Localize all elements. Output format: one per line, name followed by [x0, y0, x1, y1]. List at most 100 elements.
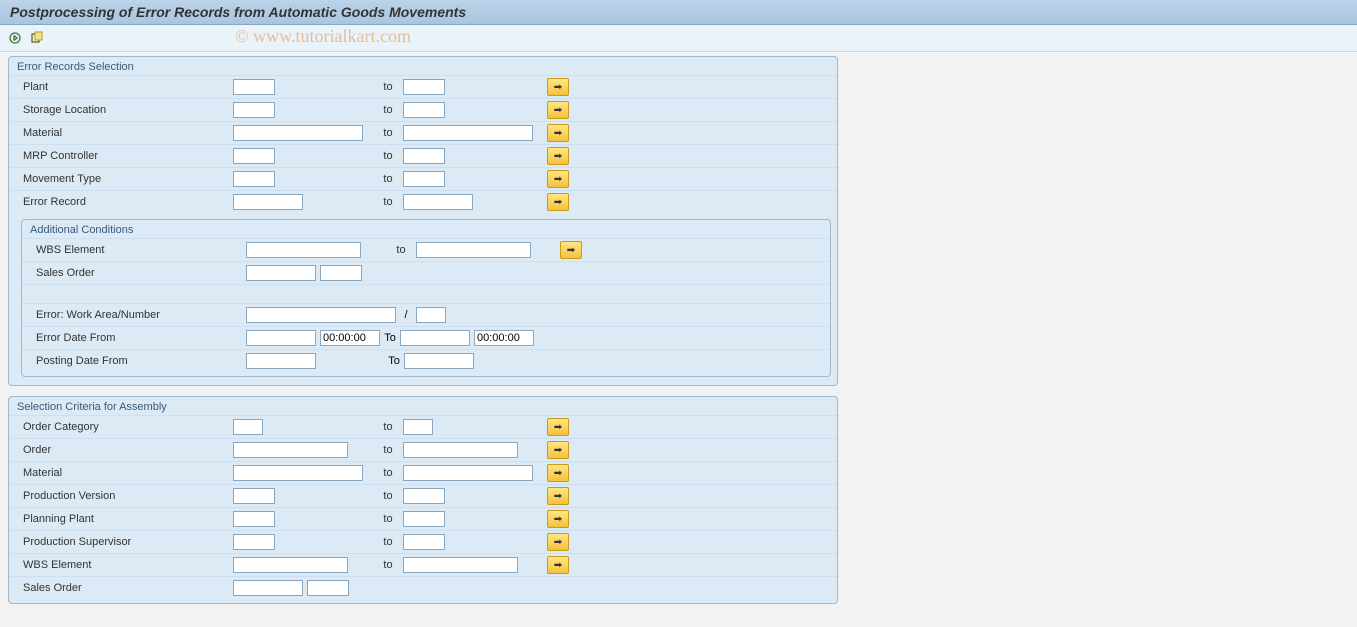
label-plant: Plant [23, 81, 233, 93]
row-plant: Plant to ➡ [9, 75, 837, 98]
wbs2-from-input[interactable] [233, 557, 348, 573]
to-label: to [373, 81, 403, 93]
movement-type-from-input[interactable] [233, 171, 275, 187]
error-date-from-input[interactable] [246, 330, 316, 346]
label-order-category: Order Category [23, 421, 233, 433]
material2-to-input[interactable] [403, 465, 533, 481]
row-sales-order: Sales Order [22, 261, 830, 284]
group-title: Error Records Selection [9, 57, 837, 75]
multi-select-icon[interactable]: ➡ [547, 78, 569, 96]
row-wbs-element2: WBS Element to ➡ [9, 553, 837, 576]
multi-select-icon[interactable]: ➡ [547, 101, 569, 119]
label-storage-location: Storage Location [23, 104, 233, 116]
variant-icon[interactable] [28, 29, 46, 47]
multi-select-icon[interactable]: ➡ [560, 241, 582, 259]
material2-from-input[interactable] [233, 465, 363, 481]
to-label: to [373, 536, 403, 548]
row-sales-order2: Sales Order [9, 576, 837, 599]
order-category-to-input[interactable] [403, 419, 433, 435]
mrp-controller-to-input[interactable] [403, 148, 445, 164]
multi-select-icon[interactable]: ➡ [547, 147, 569, 165]
error-work-number-input[interactable] [416, 307, 446, 323]
row-error-work: Error: Work Area/Number / [22, 303, 830, 326]
planning-plant-from-input[interactable] [233, 511, 275, 527]
multi-select-icon[interactable]: ➡ [547, 170, 569, 188]
label-error-work: Error: Work Area/Number [36, 309, 246, 321]
label-sales-order: Sales Order [36, 267, 246, 279]
wbs-to-input[interactable] [416, 242, 531, 258]
wbs-from-input[interactable] [246, 242, 361, 258]
to-label: to [373, 104, 403, 116]
row-material2: Material to ➡ [9, 461, 837, 484]
row-error-date-from: Error Date From To [22, 326, 830, 349]
sales-order2-input[interactable] [233, 580, 303, 596]
multi-select-icon[interactable]: ➡ [547, 510, 569, 528]
group-title: Selection Criteria for Assembly [9, 397, 837, 415]
planning-plant-to-input[interactable] [403, 511, 445, 527]
plant-from-input[interactable] [233, 79, 275, 95]
group-error-records: Error Records Selection Plant to ➡ Stora… [8, 56, 838, 386]
storage-location-to-input[interactable] [403, 102, 445, 118]
multi-select-icon[interactable]: ➡ [547, 418, 569, 436]
row-wbs-element: WBS Element to ➡ [22, 238, 830, 261]
group-selection-assembly: Selection Criteria for Assembly Order Ca… [8, 396, 838, 604]
label-error-date-from: Error Date From [36, 332, 246, 344]
window-title-bar: Postprocessing of Error Records from Aut… [0, 0, 1357, 25]
production-supervisor-to-input[interactable] [403, 534, 445, 550]
to-label: to [386, 244, 416, 256]
toolbar [0, 25, 1357, 52]
production-version-from-input[interactable] [233, 488, 275, 504]
label-production-version: Production Version [23, 490, 233, 502]
label-planning-plant: Planning Plant [23, 513, 233, 525]
multi-select-icon[interactable]: ➡ [547, 193, 569, 211]
order-category-from-input[interactable] [233, 419, 263, 435]
error-record-to-input[interactable] [403, 194, 473, 210]
error-work-area-input[interactable] [246, 307, 396, 323]
multi-select-icon[interactable]: ➡ [547, 556, 569, 574]
to-label: to [373, 150, 403, 162]
row-production-supervisor: Production Supervisor to ➡ [9, 530, 837, 553]
order-to-input[interactable] [403, 442, 518, 458]
material-to-input[interactable] [403, 125, 533, 141]
multi-select-icon[interactable]: ➡ [547, 464, 569, 482]
production-version-to-input[interactable] [403, 488, 445, 504]
label-production-supervisor: Production Supervisor [23, 536, 233, 548]
error-time-from-input[interactable] [320, 330, 380, 346]
production-supervisor-from-input[interactable] [233, 534, 275, 550]
multi-select-icon[interactable]: ➡ [547, 124, 569, 142]
row-storage-location: Storage Location to ➡ [9, 98, 837, 121]
label-order: Order [23, 444, 233, 456]
label-posting-date-from: Posting Date From [36, 355, 246, 367]
row-posting-date-from: Posting Date From To [22, 349, 830, 372]
plant-to-input[interactable] [403, 79, 445, 95]
storage-location-from-input[interactable] [233, 102, 275, 118]
mrp-controller-from-input[interactable] [233, 148, 275, 164]
posting-date-to-input[interactable] [404, 353, 474, 369]
label-movement-type: Movement Type [23, 173, 233, 185]
execute-icon[interactable] [6, 29, 24, 47]
row-order: Order to ➡ [9, 438, 837, 461]
sales-order2-item-input[interactable] [307, 580, 349, 596]
error-record-from-input[interactable] [233, 194, 303, 210]
label-error-record: Error Record [23, 196, 233, 208]
posting-date-from-input[interactable] [246, 353, 316, 369]
row-mrp-controller: MRP Controller to ➡ [9, 144, 837, 167]
label-mrp-controller: MRP Controller [23, 150, 233, 162]
row-error-record: Error Record to ➡ [9, 190, 837, 213]
to-label: to [373, 421, 403, 433]
multi-select-icon[interactable]: ➡ [547, 487, 569, 505]
label-wbs-element: WBS Element [36, 244, 246, 256]
error-date-to-input[interactable] [400, 330, 470, 346]
material-from-input[interactable] [233, 125, 363, 141]
row-movement-type: Movement Type to ➡ [9, 167, 837, 190]
wbs2-to-input[interactable] [403, 557, 518, 573]
sales-order-item-input[interactable] [320, 265, 362, 281]
sales-order-input[interactable] [246, 265, 316, 281]
multi-select-icon[interactable]: ➡ [547, 533, 569, 551]
movement-type-to-input[interactable] [403, 171, 445, 187]
error-time-to-input[interactable] [474, 330, 534, 346]
multi-select-icon[interactable]: ➡ [547, 441, 569, 459]
label-wbs-element2: WBS Element [23, 559, 233, 571]
row-planning-plant: Planning Plant to ➡ [9, 507, 837, 530]
order-from-input[interactable] [233, 442, 348, 458]
